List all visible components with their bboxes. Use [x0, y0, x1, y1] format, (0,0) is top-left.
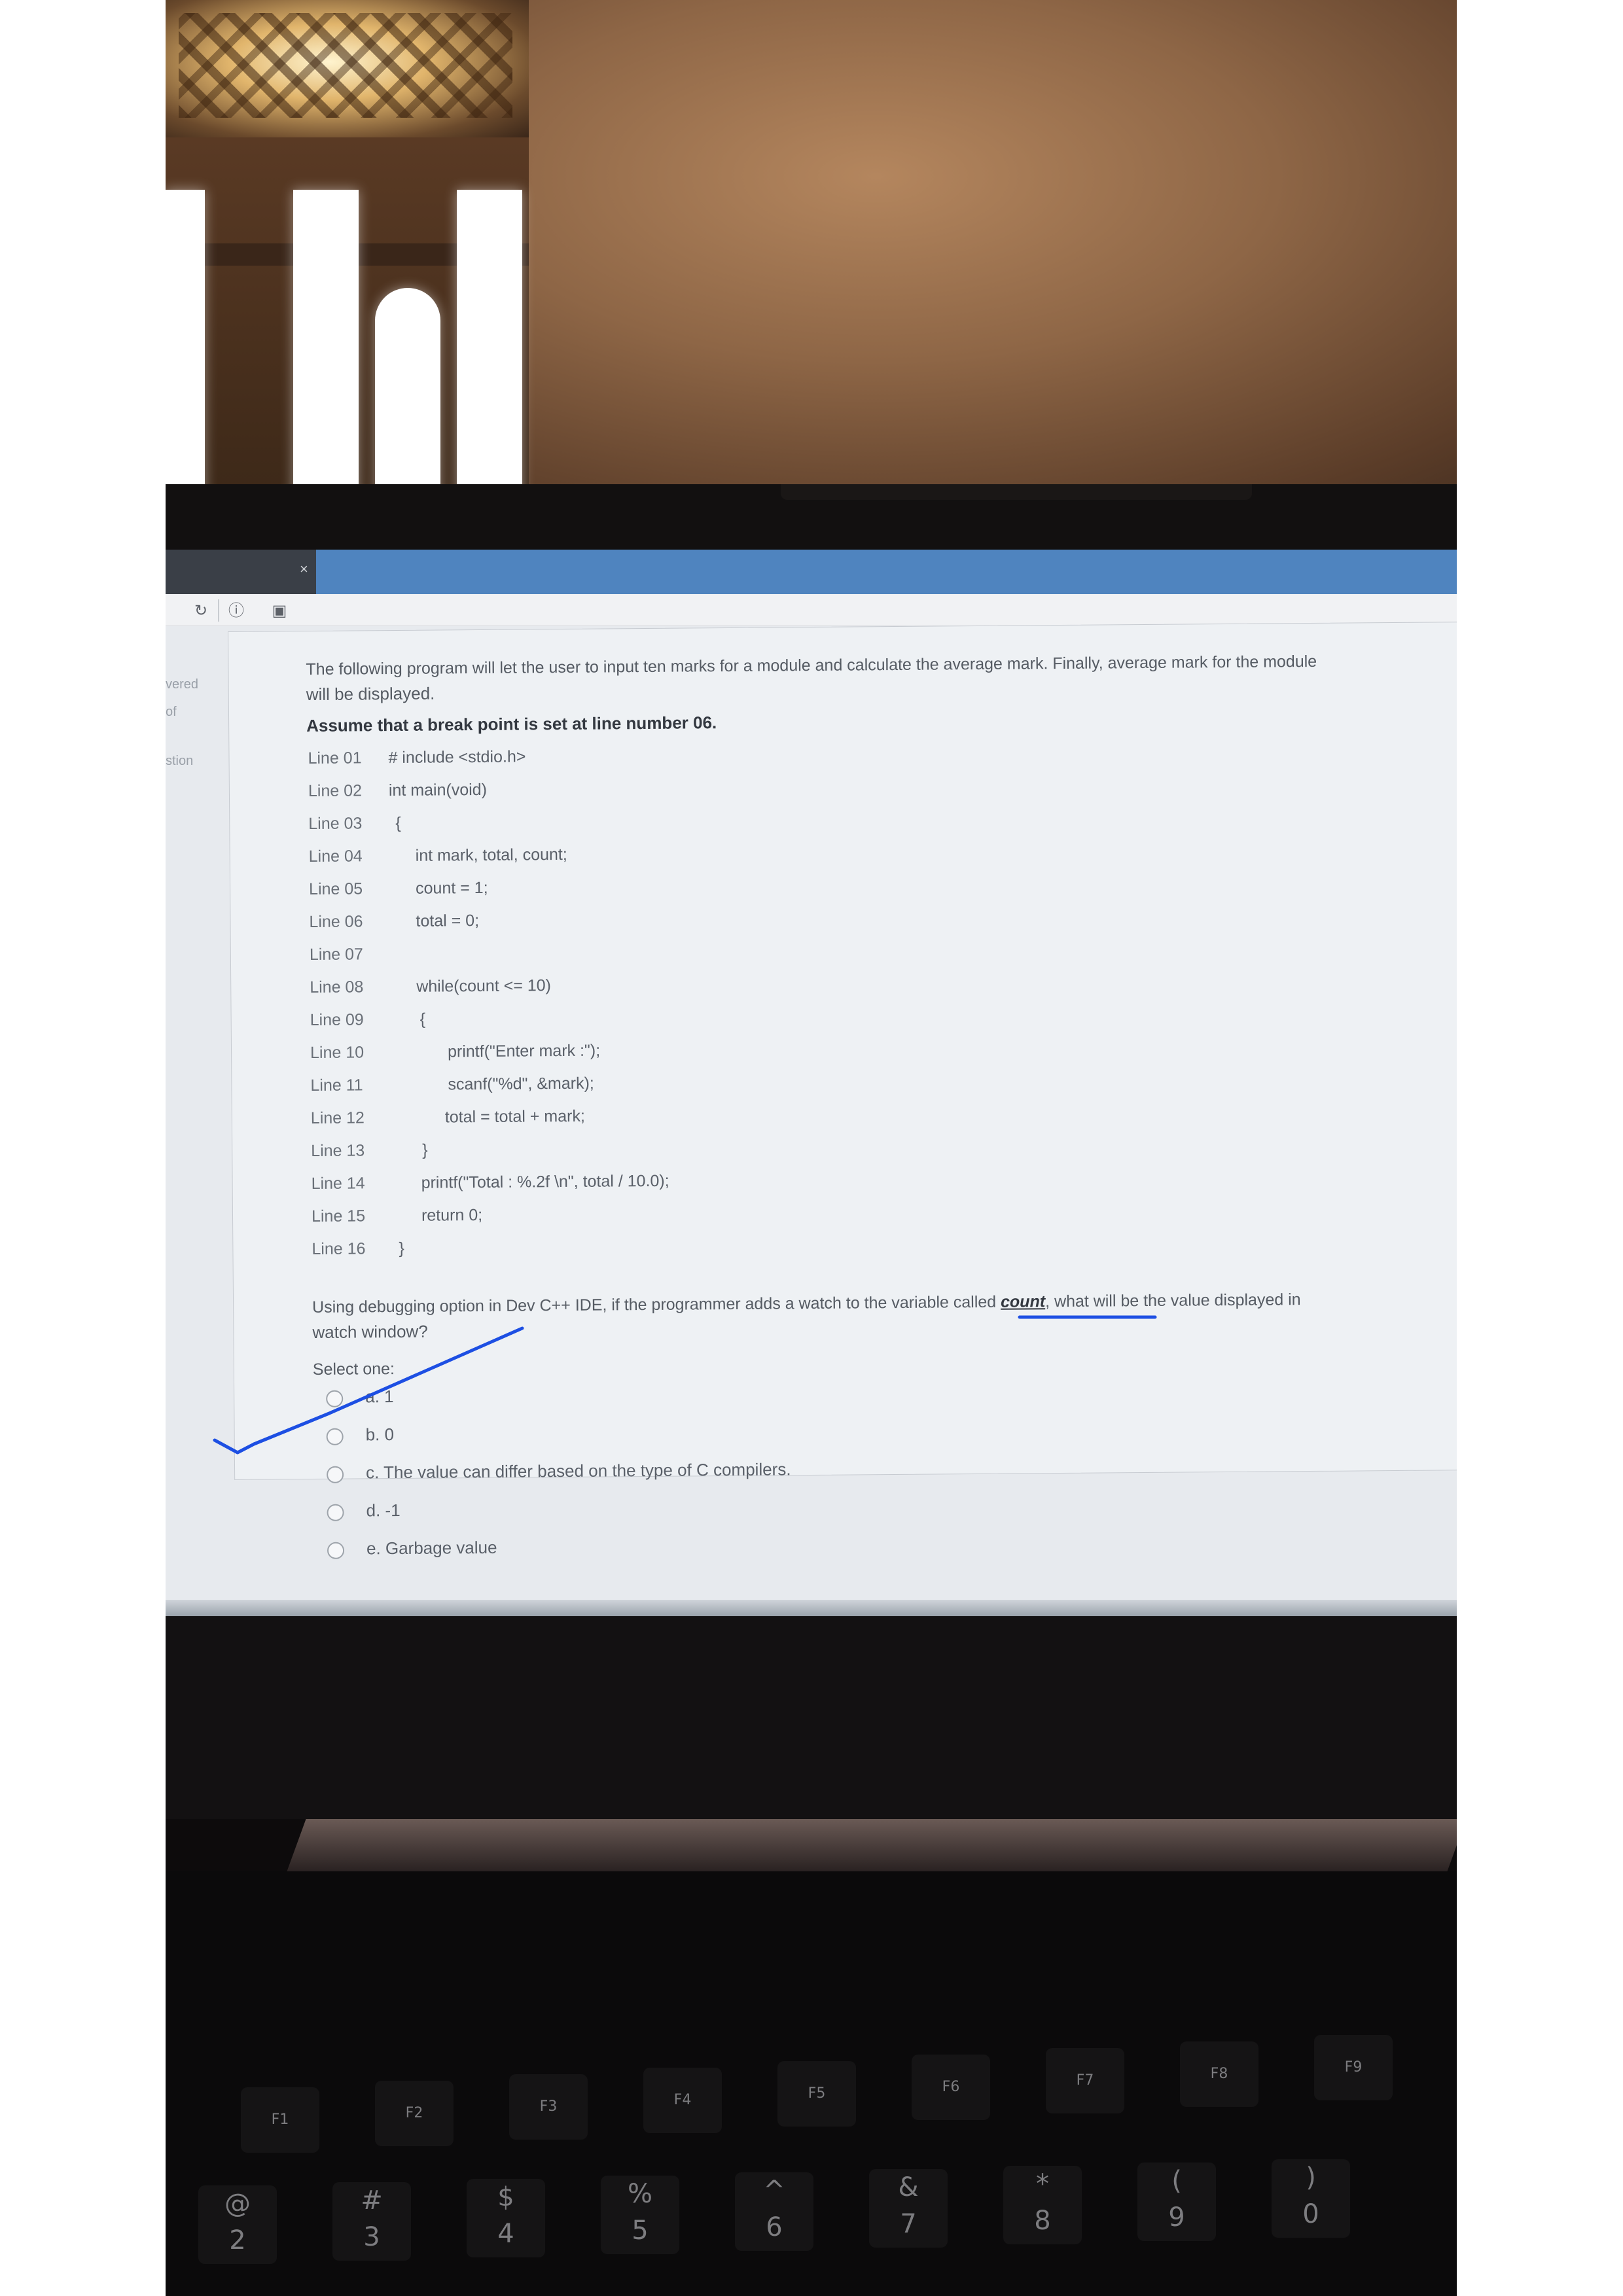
lamp-pattern: [179, 13, 512, 118]
key-digit: 6: [766, 2212, 783, 2242]
annotation-checkmark-stroke: [213, 1326, 524, 1455]
key-digit: 9: [1168, 2202, 1185, 2233]
handwritten-annotation: [213, 1315, 1157, 1455]
number-key[interactable]: #3: [332, 2182, 411, 2261]
fn-key[interactable]: F3: [509, 2074, 588, 2140]
fn-key[interactable]: F5: [777, 2061, 856, 2127]
fn-key[interactable]: F4: [643, 2068, 722, 2133]
decorative-lamp: [166, 0, 529, 504]
lamp-arch: [375, 288, 440, 504]
key-digit: 7: [900, 2209, 917, 2239]
fn-key[interactable]: F2: [375, 2081, 454, 2146]
key-digit: 2: [229, 2225, 246, 2255]
number-key[interactable]: $4: [467, 2179, 545, 2257]
key-symbol: ): [1306, 2163, 1316, 2193]
key-symbol: ^: [763, 2176, 785, 2206]
key-digit: 8: [1034, 2206, 1051, 2236]
key-symbol: (: [1171, 2166, 1182, 2196]
key-symbol: @: [224, 2189, 251, 2219]
webcam-notch: [781, 484, 1252, 500]
key-digit: 4: [497, 2219, 514, 2249]
number-key[interactable]: @2: [198, 2185, 277, 2264]
number-key[interactable]: ^ 6: [735, 2172, 813, 2251]
number-key[interactable]: & 7: [869, 2169, 948, 2248]
key-symbol: $: [497, 2182, 514, 2212]
screen-bottom-edge: [166, 1600, 1457, 1616]
key-digit: 5: [632, 2216, 649, 2246]
fn-key[interactable]: F8: [1180, 2041, 1258, 2107]
number-key[interactable]: % 5: [601, 2176, 679, 2254]
laptop-screen: × ↻ ⓘ ▣ vered of stion The following pro…: [166, 550, 1457, 1616]
fn-key[interactable]: F7: [1046, 2048, 1124, 2113]
laptop-keyboard: F1 F2 F3 F4 F5 F6 F7 F8 F9 @2 #3 $4 % 5 ^…: [166, 1871, 1457, 2296]
key-digit: 0: [1302, 2199, 1319, 2229]
number-key[interactable]: * 8: [1003, 2166, 1082, 2244]
number-key[interactable]: (9: [1137, 2163, 1216, 2241]
key-digit: 3: [363, 2222, 380, 2252]
fn-key[interactable]: F9: [1314, 2035, 1393, 2100]
key-symbol: #: [361, 2185, 383, 2216]
fn-key[interactable]: F6: [912, 2055, 990, 2120]
laptop-hinge: [287, 1819, 1457, 1871]
key-symbol: *: [1036, 2169, 1049, 2199]
key-symbol: &: [898, 2172, 919, 2202]
number-key[interactable]: ) 0: [1272, 2159, 1350, 2238]
fn-key[interactable]: F1: [241, 2087, 319, 2153]
lamp-light-bar: [293, 190, 359, 504]
laptop-bezel-bottom: [166, 1616, 1457, 1819]
key-symbol: %: [627, 2179, 652, 2209]
lamp-light-bar: [457, 190, 522, 504]
lamp-light-bar: [166, 190, 205, 504]
photo-of-laptop-screen: × ↻ ⓘ ▣ vered of stion The following pro…: [166, 0, 1457, 2296]
